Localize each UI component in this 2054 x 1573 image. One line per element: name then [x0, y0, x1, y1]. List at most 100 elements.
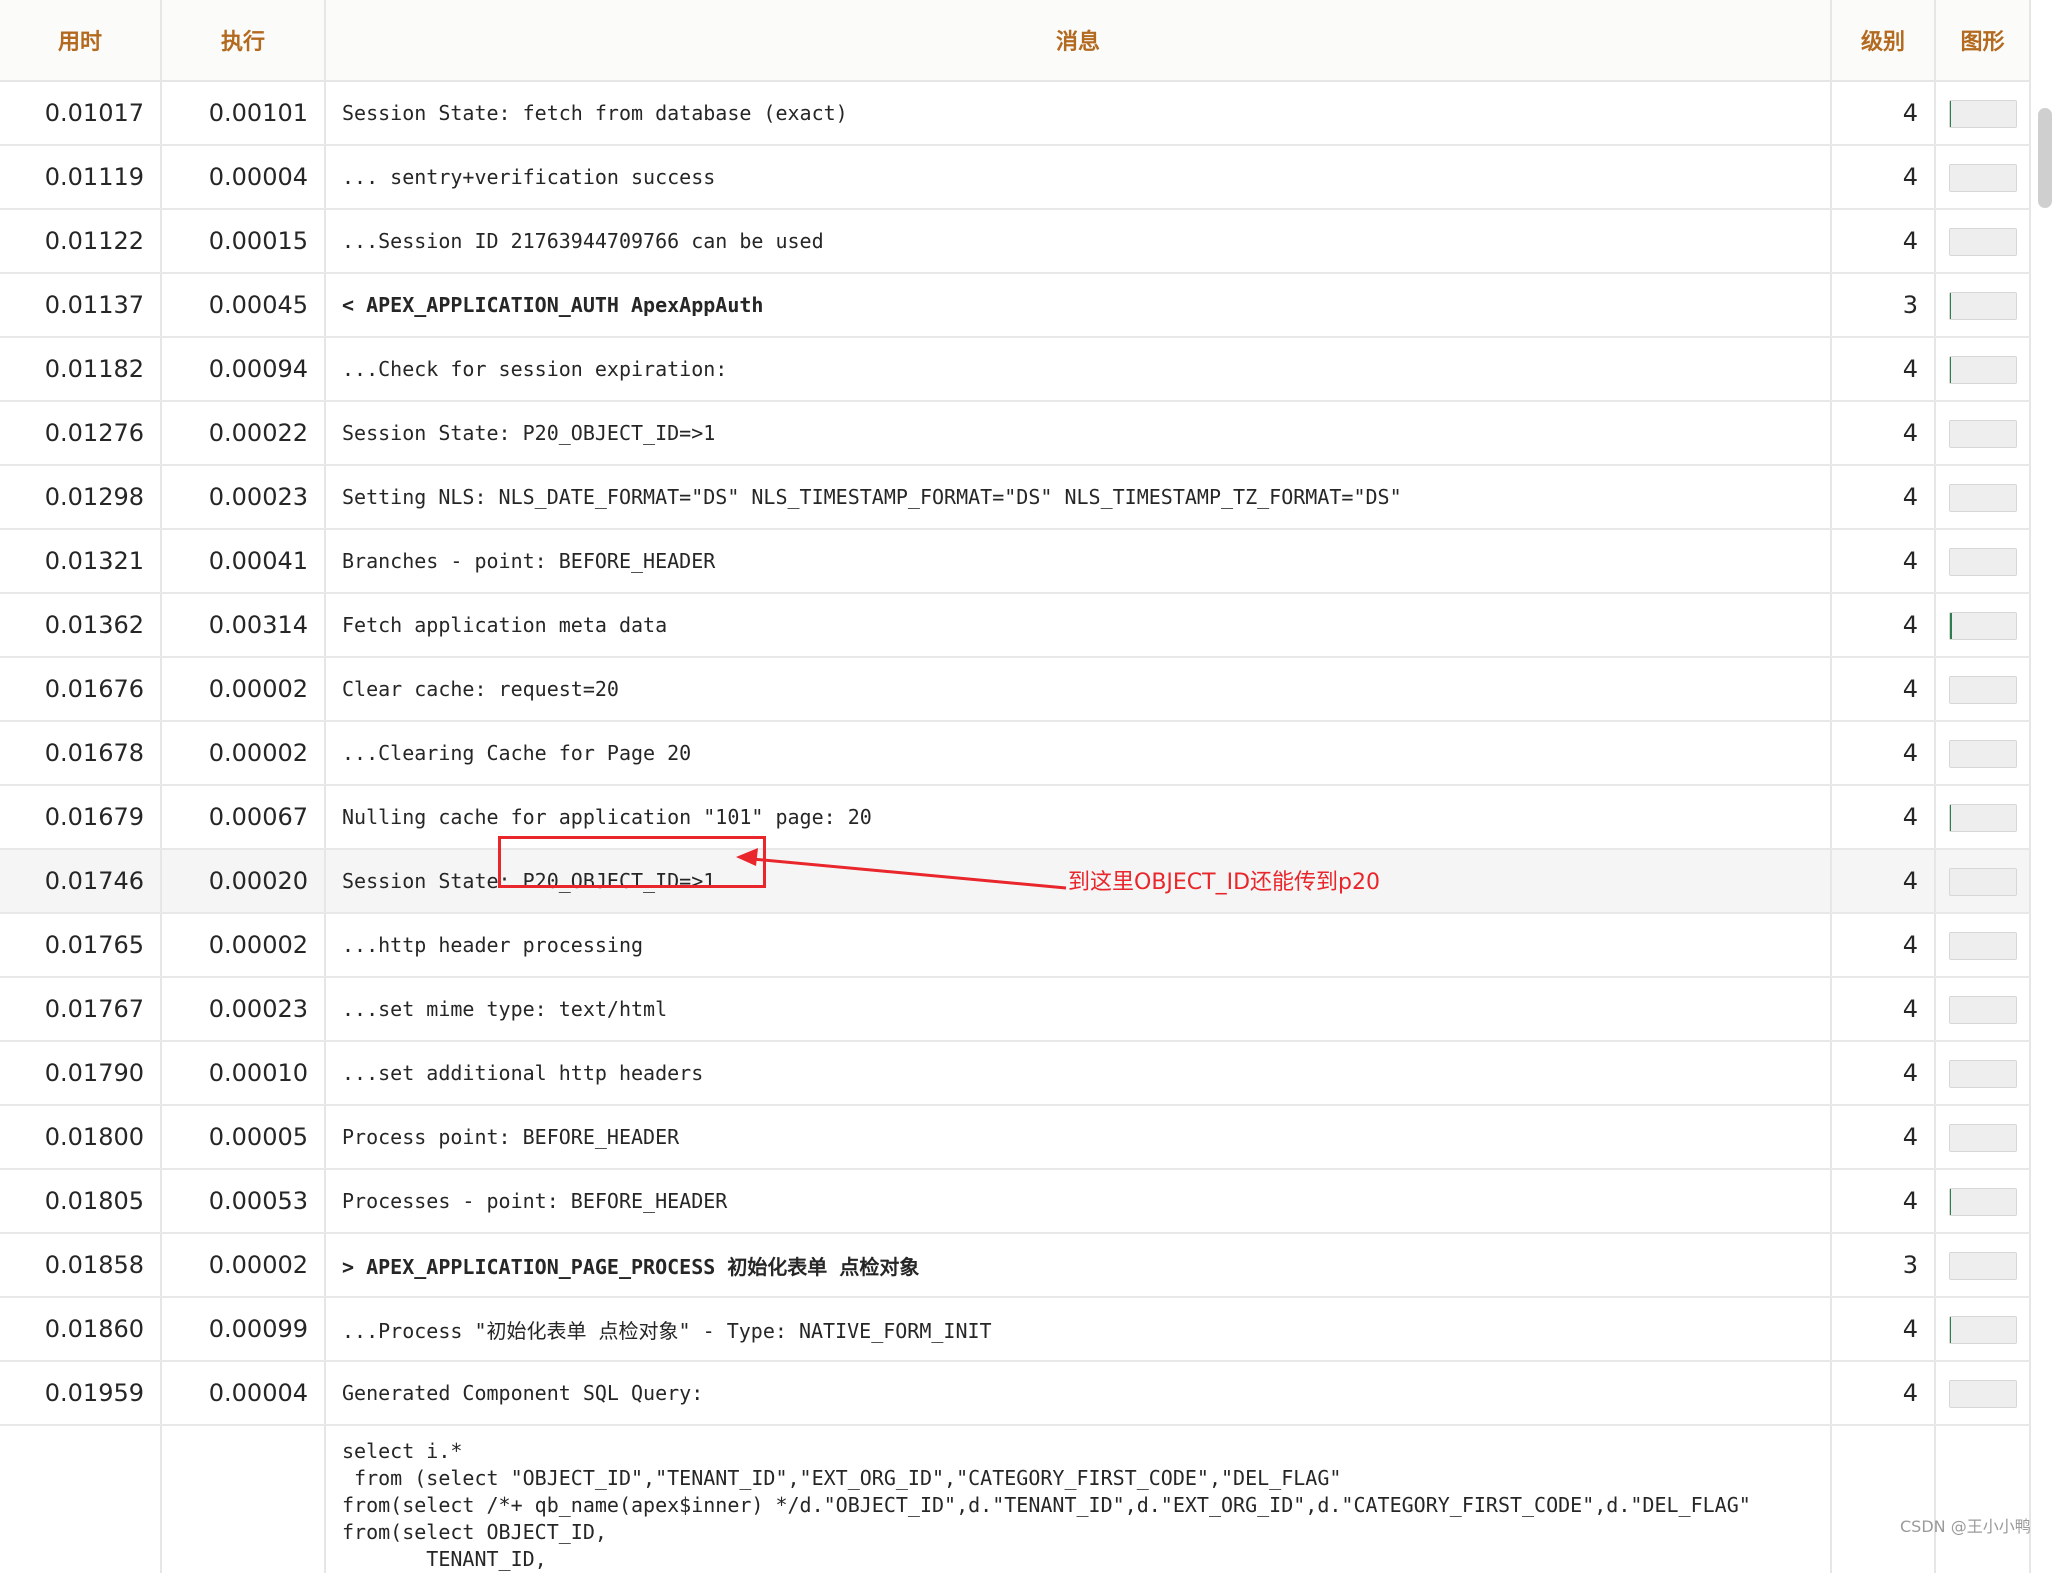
message-cell: Branches - point: BEFORE_HEADER: [325, 529, 1832, 594]
execution-cell: 0.00099: [161, 1297, 326, 1362]
elapsed-cell: 0.01805: [0, 1169, 162, 1234]
execution-time-bar: [1948, 675, 2017, 704]
execution-cell: 0.00053: [161, 1169, 326, 1234]
message-cell: Session State: fetch from database (exac…: [325, 81, 1832, 146]
graph-cell: [1935, 209, 2031, 274]
table-row: 0.01858 0.00002 > APEX_APPLICATION_PAGE_PR…: [0, 1233, 2031, 1298]
header-execution[interactable]: 执行: [161, 0, 326, 82]
table-row: 0.01276 0.00022 Session State: P20_OBJECT_…: [0, 401, 2031, 466]
level-cell: 4: [1831, 657, 1936, 722]
table-row: 0.01298 0.00023 Setting NLS: NLS_DATE_FORM…: [0, 465, 2031, 530]
level-cell: 4: [1831, 1297, 1936, 1362]
graph-cell: [1935, 593, 2031, 658]
graph-cell: [1935, 81, 2031, 146]
table-row: 0.01137 0.00045 < APEX_APPLICATION_AUTH Ap…: [0, 273, 2031, 338]
level-cell: 4: [1831, 145, 1936, 210]
elapsed-cell: 0.01767: [0, 977, 162, 1042]
execution-time-bar: [1948, 1379, 2017, 1408]
execution-cell: 0.00022: [161, 401, 326, 466]
csdn-watermark: CSDN @王小小鸭: [1900, 1517, 2031, 1536]
elapsed-cell: 0.01182: [0, 337, 162, 402]
vertical-scrollbar-thumb[interactable]: [2038, 108, 2052, 208]
graph-cell: [1935, 401, 2031, 466]
elapsed-cell: 0.01676: [0, 657, 162, 722]
level-cell: 4: [1831, 1361, 1936, 1426]
elapsed-cell: 0.01790: [0, 1041, 162, 1106]
elapsed-cell: 0.01276: [0, 401, 162, 466]
sql-query-cell: select i.* from (select "OBJECT_ID","TEN…: [325, 1425, 1832, 1573]
header-level[interactable]: 级别: [1831, 0, 1936, 82]
execution-time-bar: [1948, 291, 2017, 320]
graph-cell: [1935, 145, 2031, 210]
table-row: 0.01800 0.00005 Process point: BEFORE_HEAD…: [0, 1105, 2031, 1170]
message-cell: > APEX_APPLICATION_PAGE_PROCESS 初始化表单 点检…: [325, 1233, 1832, 1298]
message-cell: Clear cache: request=20: [325, 657, 1832, 722]
execution-cell: 0.00004: [161, 145, 326, 210]
level-cell: 4: [1831, 81, 1936, 146]
table-row: 0.01362 0.00314 Fetch application meta dat…: [0, 593, 2031, 658]
message-cell: ...Session ID 21763944709766 can be used: [325, 209, 1832, 274]
elapsed-cell: 0.01800: [0, 1105, 162, 1170]
graph-cell: [1935, 465, 2031, 530]
table-row: 0.01790 0.00010 ...set additional http hea…: [0, 1041, 2031, 1106]
graph-cell: [1935, 1169, 2031, 1234]
table-row: 0.01119 0.00004... sentry+verification su…: [0, 145, 2031, 210]
execution-time-bar: [1948, 227, 2017, 256]
graph-cell: [1935, 1041, 2031, 1106]
message-cell: ...Clearing Cache for Page 20: [325, 721, 1832, 786]
graph-cell: [1935, 1105, 2031, 1170]
execution-time-bar: [1948, 1251, 2017, 1280]
annotation-highlight-box: [498, 836, 766, 888]
level-cell: 4: [1831, 401, 1936, 466]
table-row: 0.01182 0.00094 ...Check for session expir…: [0, 337, 2031, 402]
header-graph[interactable]: 图形: [1935, 0, 2031, 82]
graph-cell: [1935, 1233, 2031, 1298]
execution-time-bar: [1948, 355, 2017, 384]
execution-cell: 0.00101: [161, 81, 326, 146]
execution-time-bar: [1948, 1059, 2017, 1088]
execution-time-bar-fill: [1949, 1316, 1952, 1343]
table-row: 0.01017 0.00101 Session State: fetch from …: [0, 81, 2031, 146]
table-row: 0.01765 0.00002 ...http header processing 4: [0, 913, 2031, 978]
table-row: 0.01676 0.00002 Clear cache: request=20 4: [0, 657, 2031, 722]
graph-cell: [1935, 1425, 2031, 1573]
graph-cell: [1935, 849, 2031, 914]
message-cell: Processes - point: BEFORE_HEADER: [325, 1169, 1832, 1234]
elapsed-cell: 0.01298: [0, 465, 162, 530]
header-elapsed[interactable]: 用时: [0, 0, 162, 82]
level-cell: 4: [1831, 465, 1936, 530]
message-cell: ...set mime type: text/html: [325, 977, 1832, 1042]
sql-query-text: select i.* from (select "OBJECT_ID","TEN…: [342, 1439, 1751, 1571]
table-row: 0.01321 0.00041 Branches - point: BEFORE_H…: [0, 529, 2031, 594]
execution-time-bar: [1948, 1315, 2017, 1344]
execution-time-bar: [1948, 547, 2017, 576]
elapsed-cell: 0.01137: [0, 273, 162, 338]
execution-cell: 0.00041: [161, 529, 326, 594]
execution-time-bar: [1948, 483, 2017, 512]
execution-cell: 0.00045: [161, 273, 326, 338]
message-cell: Setting NLS: NLS_DATE_FORMAT="DS" NLS_TI…: [325, 465, 1832, 530]
graph-cell: [1935, 721, 2031, 786]
level-cell: 4: [1831, 849, 1936, 914]
execution-cell: 0.00314: [161, 593, 326, 658]
execution-cell: [161, 1425, 326, 1573]
message-cell: ...set additional http headers: [325, 1041, 1832, 1106]
debug-messages-table: 用时 执行 消息 级别 图形 0.01017 0.00101 Session Sta…: [0, 0, 2031, 1573]
level-cell: [1831, 1425, 1936, 1573]
elapsed-cell: 0.01858: [0, 1233, 162, 1298]
message-cell: Generated Component SQL Query:: [325, 1361, 1832, 1426]
graph-cell: [1935, 913, 2031, 978]
message-cell: < APEX_APPLICATION_AUTH ApexAppAuth: [325, 273, 1832, 338]
execution-cell: 0.00002: [161, 657, 326, 722]
table-row: 0.01678 0.00002 ...Clearing Cache for Page…: [0, 721, 2031, 786]
execution-time-bar: [1948, 611, 2017, 640]
graph-cell: [1935, 785, 2031, 850]
execution-cell: 0.00023: [161, 465, 326, 530]
level-cell: 4: [1831, 209, 1936, 274]
execution-time-bar-fill: [1949, 612, 1953, 639]
execution-time-bar-fill: [1949, 1188, 1952, 1215]
table-row: 0.01679 0.00067 Nulling cache for applicat…: [0, 785, 2031, 850]
header-message[interactable]: 消息: [325, 0, 1832, 82]
level-cell: 4: [1831, 1041, 1936, 1106]
elapsed-cell: 0.01746: [0, 849, 162, 914]
